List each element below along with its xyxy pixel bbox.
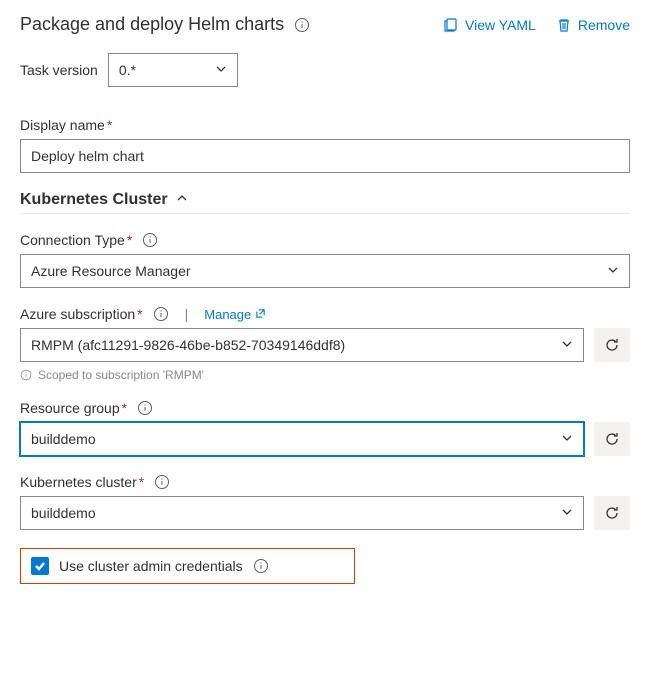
task-version-row: Task version 0.* [20, 53, 630, 87]
azure-subscription-select[interactable]: RMPM (afc11291-9826-46be-b852-70349146dd… [20, 328, 584, 362]
kubernetes-cluster-label: Kubernetes cluster [20, 474, 137, 490]
connection-type-label-row: Connection Type* [20, 232, 630, 248]
task-header: Package and deploy Helm charts View YAML… [20, 14, 630, 35]
pipe-separator: | [185, 306, 189, 322]
display-name-label: Display name [20, 117, 105, 133]
kubernetes-cluster-section[interactable]: Kubernetes Cluster [20, 191, 630, 214]
connection-type-value: Azure Resource Manager [31, 263, 191, 279]
resource-group-label-row: Resource group* [20, 400, 630, 416]
display-name-label-row: Display name* [20, 117, 630, 133]
chevron-down-icon [607, 263, 619, 279]
chevron-down-icon [561, 337, 573, 353]
refresh-button[interactable] [594, 328, 630, 362]
azure-subscription-value: RMPM (afc11291-9826-46be-b852-70349146dd… [31, 337, 345, 353]
page-title: Package and deploy Helm charts [20, 14, 284, 35]
admin-credentials-checkbox[interactable] [31, 557, 49, 575]
task-version-label: Task version [20, 62, 98, 78]
resource-group-value: builddemo [31, 431, 96, 447]
required-mark: * [137, 306, 142, 322]
azure-subscription-label-row: Azure subscription* | Manage [20, 306, 630, 322]
azure-subscription-label: Azure subscription [20, 306, 135, 322]
resource-group-row: builddemo [20, 422, 630, 456]
display-name-input[interactable]: Deploy helm chart [20, 139, 630, 173]
view-yaml-label: View YAML [465, 17, 536, 33]
kubernetes-cluster-select[interactable]: builddemo [20, 496, 584, 530]
azure-subscription-field: Azure subscription* | Manage RMPM (afc11… [20, 306, 630, 382]
header-left: Package and deploy Helm charts [20, 14, 310, 35]
kubernetes-cluster-value: builddemo [31, 505, 96, 521]
info-icon[interactable] [154, 474, 170, 490]
remove-label: Remove [578, 17, 630, 33]
connection-type-field: Connection Type* Azure Resource Manager [20, 232, 630, 288]
info-icon[interactable] [137, 400, 153, 416]
admin-credentials-label: Use cluster admin credentials [59, 558, 243, 574]
scoped-note-text: Scoped to subscription 'RMPM' [38, 368, 204, 382]
required-mark: * [139, 474, 144, 490]
azure-subscription-row: RMPM (afc11291-9826-46be-b852-70349146dd… [20, 328, 630, 362]
kubernetes-cluster-field: Kubernetes cluster* builddemo [20, 474, 630, 530]
external-link-icon [255, 307, 266, 322]
display-name-field: Display name* Deploy helm chart [20, 117, 630, 173]
chevron-down-icon [561, 431, 573, 447]
connection-type-label: Connection Type [20, 232, 125, 248]
refresh-button[interactable] [594, 496, 630, 530]
connection-type-select[interactable]: Azure Resource Manager [20, 254, 630, 288]
task-version-value: 0.* [119, 62, 136, 78]
admin-credentials-row: Use cluster admin credentials [20, 548, 355, 584]
manage-link[interactable]: Manage [204, 307, 266, 322]
info-icon[interactable] [253, 558, 269, 574]
task-version-select[interactable]: 0.* [108, 53, 238, 87]
kubernetes-cluster-label-row: Kubernetes cluster* [20, 474, 630, 490]
required-mark: * [122, 400, 127, 416]
required-mark: * [107, 117, 112, 133]
info-icon[interactable] [153, 306, 169, 322]
kubernetes-cluster-row: builddemo [20, 496, 630, 530]
manage-label: Manage [204, 307, 251, 322]
header-actions: View YAML Remove [443, 17, 630, 33]
resource-group-label: Resource group [20, 400, 120, 416]
info-icon[interactable] [294, 17, 310, 33]
refresh-button[interactable] [594, 422, 630, 456]
resource-group-select[interactable]: builddemo [20, 422, 584, 456]
section-title: Kubernetes Cluster [20, 191, 168, 209]
required-mark: * [127, 232, 132, 248]
view-yaml-link[interactable]: View YAML [443, 17, 536, 33]
chevron-down-icon [561, 505, 573, 521]
resource-group-field: Resource group* builddemo [20, 400, 630, 456]
remove-link[interactable]: Remove [556, 17, 630, 33]
info-icon[interactable] [142, 232, 158, 248]
display-name-value: Deploy helm chart [31, 148, 144, 164]
chevron-up-icon [176, 191, 188, 209]
chevron-down-icon [215, 62, 227, 78]
scoped-note: Scoped to subscription 'RMPM' [20, 368, 630, 382]
